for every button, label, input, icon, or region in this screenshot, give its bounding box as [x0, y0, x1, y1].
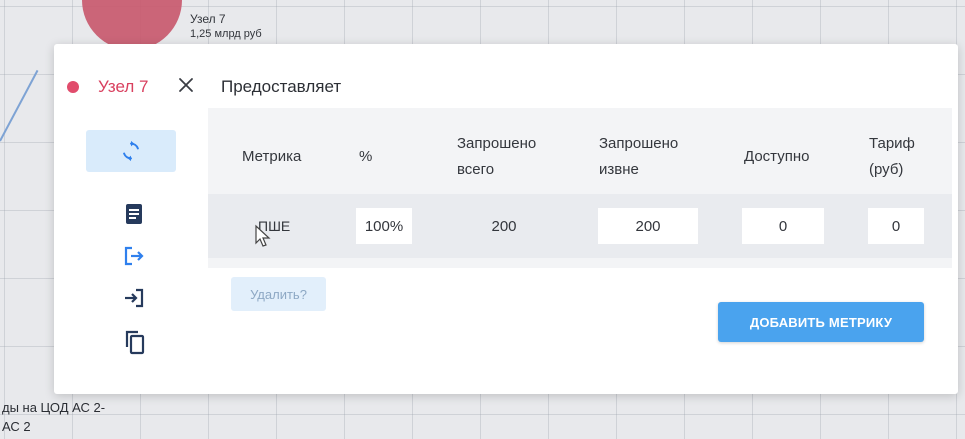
table-row: ПШЕ 100% 200 200 0 0 — [208, 194, 952, 258]
add-metric-button[interactable]: ДОБАВИТЬ МЕТРИКУ — [718, 302, 924, 342]
copy-button[interactable] — [120, 328, 148, 356]
background-caption-line1: ды на ЦОД АС 2- — [2, 400, 106, 415]
mouse-cursor-icon — [255, 224, 271, 247]
export-icon — [124, 246, 144, 266]
import-button[interactable] — [120, 284, 148, 312]
tariff-field[interactable]: 0 — [868, 208, 924, 244]
header-requested-external-line1: Запрошено — [599, 135, 679, 152]
header-requested-total-line1: Запрошено — [457, 135, 537, 152]
delete-button[interactable]: Удалить? — [231, 277, 326, 311]
background-caption-line2: АС 2 — [2, 419, 31, 434]
requested-external-field[interactable]: 200 — [598, 208, 698, 244]
header-tariff-line1: Тариф — [869, 135, 915, 152]
header-tariff-line2: (руб) — [869, 161, 904, 178]
document-icon — [126, 204, 142, 224]
modal-header: Узел 7 Предоставляет — [54, 44, 958, 114]
header-requested-external-line2: извне — [599, 161, 639, 178]
node-color-dot — [67, 81, 79, 93]
export-button[interactable] — [120, 242, 148, 270]
background-node-circle[interactable] — [82, 0, 182, 50]
percent-field[interactable]: 100% — [356, 208, 412, 244]
background-node-title: Узел 7 — [190, 12, 226, 26]
close-button[interactable] — [175, 74, 197, 96]
refresh-icon — [123, 140, 139, 162]
available-field[interactable]: 0 — [742, 208, 824, 244]
background-node-subtitle: 1,25 млрд руб — [190, 28, 262, 40]
close-icon — [179, 78, 193, 92]
document-button[interactable] — [120, 200, 148, 228]
metrics-table: Метрика % Запрошено всего Запрошено извн… — [208, 108, 952, 268]
header-percent: % — [359, 148, 373, 165]
section-title: Предоставляет — [221, 77, 342, 96]
import-icon — [125, 288, 144, 308]
copy-icon — [125, 330, 145, 355]
node-name: Узел 7 — [98, 77, 149, 96]
refresh-button[interactable] — [86, 130, 176, 172]
header-metric: Метрика — [242, 148, 302, 165]
node-modal: Узел 7 Предоставляет Метрика % Запрошено… — [54, 44, 958, 394]
background-edge — [0, 69, 39, 142]
requested-total-value: 200 — [491, 217, 517, 235]
header-requested-total-line2: всего — [457, 161, 495, 178]
header-available: Доступно — [744, 148, 810, 165]
